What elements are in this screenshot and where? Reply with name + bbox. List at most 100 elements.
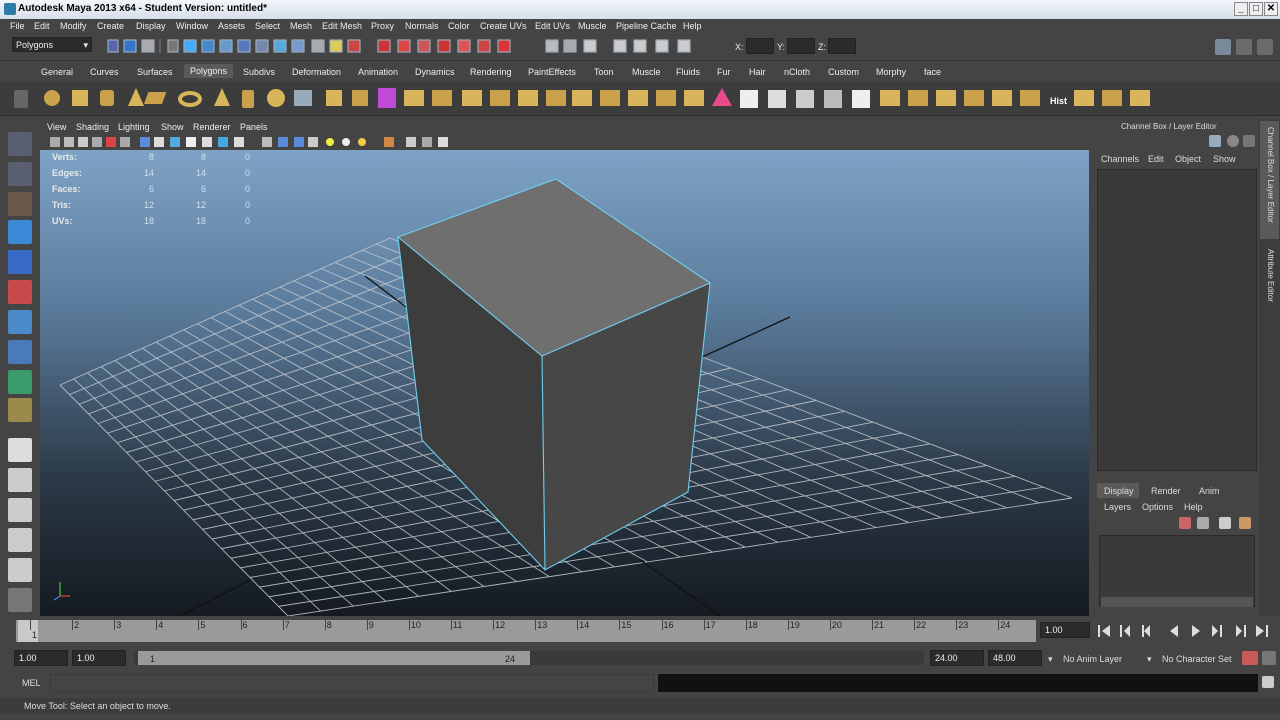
shelf-tab-face[interactable]: face [924, 67, 941, 77]
select-tool-icon[interactable] [8, 132, 32, 156]
side-tab-attribute-editor[interactable]: Attribute Editor [1266, 249, 1275, 302]
anim-end-field[interactable]: 24.00 [930, 650, 984, 666]
object-menu[interactable]: Object [1175, 154, 1201, 164]
menu-window[interactable]: Window [176, 21, 208, 31]
layout-icon[interactable] [1215, 39, 1231, 55]
edit-menu[interactable]: Edit [1148, 154, 1164, 164]
shelf-tab-toon[interactable]: Toon [594, 67, 614, 77]
four-view-layout-icon[interactable] [8, 468, 32, 492]
menu-assets[interactable]: Assets [218, 21, 245, 31]
menu-edit[interactable]: Edit [34, 21, 50, 31]
chevron-down-icon[interactable]: ▾ [1147, 654, 1152, 665]
start-time-field[interactable]: 1.00 [14, 650, 68, 666]
shelf-tab-fur[interactable]: Fur [717, 67, 731, 77]
z-field[interactable] [828, 38, 856, 54]
shelf-tab-deformation[interactable]: Deformation [292, 67, 341, 77]
layer-tab-render[interactable]: Render [1151, 486, 1181, 496]
shelf-tab-polygons[interactable]: Polygons [184, 64, 234, 78]
range-bar[interactable] [138, 651, 530, 665]
shelf-tab-subdivs[interactable]: Subdivs [243, 67, 275, 77]
soft-mod-icon[interactable] [8, 340, 32, 364]
layer-scrollbar[interactable] [1101, 597, 1253, 607]
panel-menu-panels[interactable]: Panels [240, 122, 268, 132]
graph-layout-icon[interactable] [8, 558, 32, 582]
shelf-icons[interactable] [0, 82, 1280, 116]
character-set-dropdown[interactable]: No Character Set [1162, 654, 1232, 664]
menu-muscle[interactable]: Muscle [578, 21, 607, 31]
universal-manip-icon[interactable] [8, 310, 32, 334]
anim-prefs-icon[interactable] [1262, 651, 1276, 665]
minimize-button[interactable]: _ [1234, 2, 1248, 16]
panel-menu-renderer[interactable]: Renderer [193, 122, 231, 132]
playback-controls[interactable] [1098, 624, 1278, 638]
menuset-dropdown[interactable]: Polygons ▾ [12, 37, 92, 52]
channels-menu[interactable]: Channels [1101, 154, 1139, 164]
menu-proxy[interactable]: Proxy [371, 21, 394, 31]
menu-help[interactable]: Help [683, 21, 702, 31]
menu-edit-mesh[interactable]: Edit Mesh [322, 21, 362, 31]
panel-toolbar-icons[interactable] [40, 134, 460, 150]
shelf-tab-painteffects[interactable]: PaintEffects [528, 67, 576, 77]
shelf-tab-curves[interactable]: Curves [90, 67, 119, 77]
settings-icon[interactable] [1227, 135, 1239, 147]
attribute-icon[interactable] [1236, 39, 1252, 55]
shelf-tab-hair[interactable]: Hair [749, 67, 766, 77]
new-layer-selected-icon[interactable] [1197, 517, 1209, 529]
shelf-tab-fluids[interactable]: Fluids [676, 67, 700, 77]
shelf-tab-rendering[interactable]: Rendering [470, 67, 512, 77]
mel-label[interactable]: MEL [22, 678, 41, 688]
menu-mesh[interactable]: Mesh [290, 21, 312, 31]
menu-file[interactable]: File [10, 21, 25, 31]
status-tool-icons[interactable] [98, 37, 718, 57]
auto-key-icon[interactable] [1242, 651, 1258, 665]
paint-select-icon[interactable] [8, 192, 32, 216]
menu-normals[interactable]: Normals [405, 21, 439, 31]
cube-mesh[interactable] [397, 178, 711, 571]
side-by-side-layout-icon[interactable] [8, 498, 32, 522]
shelf-tab-custom[interactable]: Custom [828, 67, 859, 77]
shelf-tab-ncloth[interactable]: nCloth [784, 67, 810, 77]
layers-menu[interactable]: Layers [1104, 502, 1131, 512]
anim-start-field[interactable]: 1.00 [72, 650, 126, 666]
panel-menu-lighting[interactable]: Lighting [118, 122, 150, 132]
lasso-tool-icon[interactable] [8, 162, 32, 186]
x-field[interactable] [746, 38, 774, 54]
shelf-tab-muscle[interactable]: Muscle [632, 67, 661, 77]
close-button[interactable]: ✕ [1264, 2, 1278, 16]
maximize-button[interactable]: □ [1249, 2, 1263, 16]
end-time-field[interactable]: 48.00 [988, 650, 1042, 666]
show-manip-icon[interactable] [8, 370, 32, 394]
show-menu[interactable]: Show [1213, 154, 1236, 164]
chevron-down-icon[interactable]: ▾ [1048, 654, 1053, 665]
shelf-tab-morphy[interactable]: Morphy [876, 67, 906, 77]
script-editor-icon[interactable] [1262, 676, 1274, 688]
panel-menu-show[interactable]: Show [161, 122, 184, 132]
shelf-tab-general[interactable]: General [41, 67, 73, 77]
persp-outliner-layout-icon[interactable] [8, 528, 32, 552]
time-slider[interactable]: 1 2 3 4 5 6 7 8 9 10 11 12 13 14 15 16 17 18 19 20 21 22 23 24 … [0, 618, 1280, 644]
menu-display[interactable]: Display [136, 21, 166, 31]
channel-list[interactable] [1097, 169, 1257, 471]
menu-color[interactable]: Color [448, 21, 470, 31]
menu-modify[interactable]: Modify [60, 21, 87, 31]
shelf-tab-dynamics[interactable]: Dynamics [415, 67, 455, 77]
current-time-field[interactable]: 1.00 [1040, 622, 1090, 638]
menu-edit-uvs[interactable]: Edit UVs [535, 21, 570, 31]
layer-tab-anim[interactable]: Anim [1199, 486, 1220, 496]
panel-menu-shading[interactable]: Shading [76, 122, 109, 132]
last-tool-icon[interactable] [8, 398, 32, 422]
hist-label[interactable]: Hist [1050, 96, 1067, 106]
anim-layer-dropdown[interactable]: No Anim Layer [1063, 654, 1122, 664]
shelf-tab-animation[interactable]: Animation [358, 67, 398, 77]
tool-settings-icon[interactable] [1257, 39, 1273, 55]
menu-pipeline-cache[interactable]: Pipeline Cache [616, 21, 677, 31]
shelf-tab-surfaces[interactable]: Surfaces [137, 67, 173, 77]
options-menu[interactable]: Options [1142, 502, 1173, 512]
move-up-layer-icon[interactable] [1219, 517, 1231, 529]
move-tool-icon[interactable] [8, 220, 32, 244]
command-input[interactable] [50, 674, 654, 692]
rotate-tool-icon[interactable] [8, 250, 32, 274]
move-down-layer-icon[interactable] [1239, 517, 1251, 529]
single-view-layout-icon[interactable] [8, 438, 32, 462]
scale-tool-icon[interactable] [8, 280, 32, 304]
